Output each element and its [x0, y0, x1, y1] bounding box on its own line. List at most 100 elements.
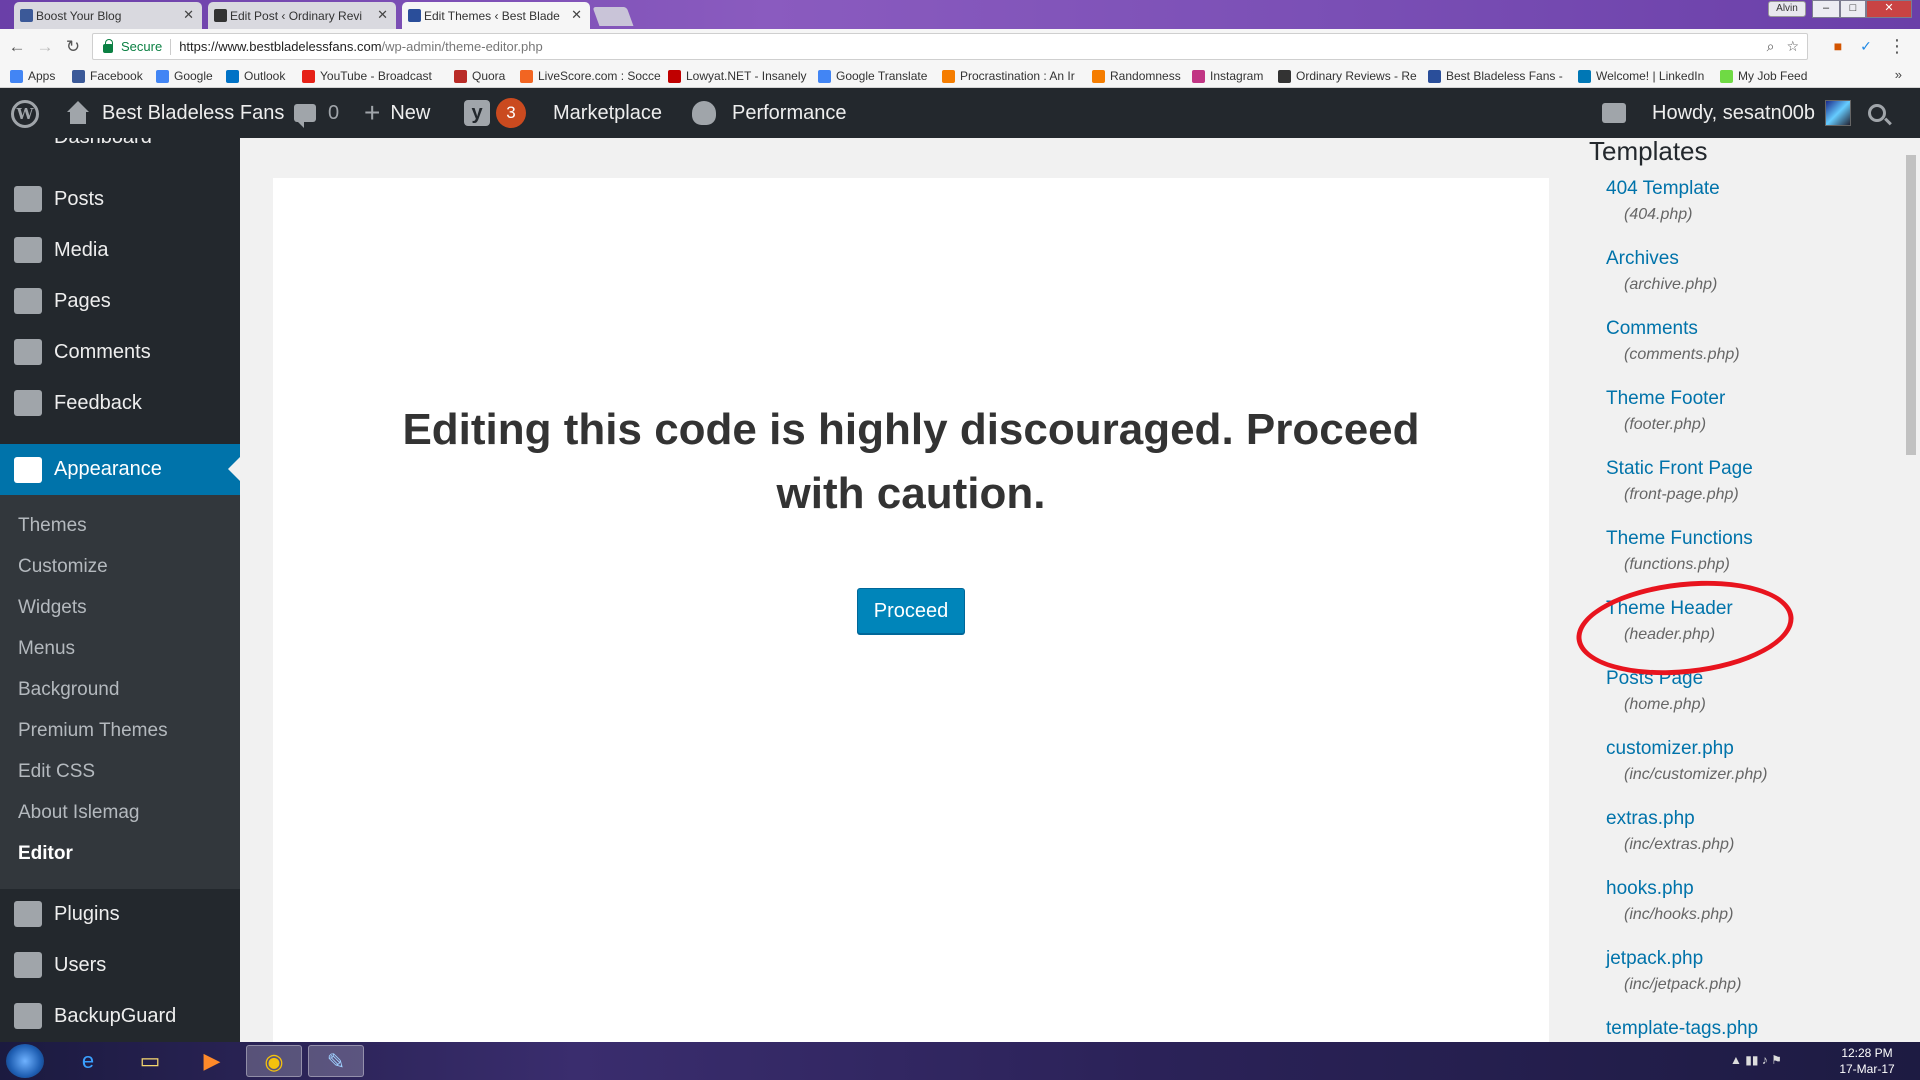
bookmark-youtube[interactable]: YouTube - Broadcast: [302, 69, 432, 83]
file-explorer-icon[interactable]: ▭: [122, 1045, 178, 1077]
bookmark-best-bladeless-fans[interactable]: Best Bladeless Fans -: [1428, 69, 1563, 83]
submenu-customize[interactable]: Customize: [18, 556, 108, 578]
bookmark-outlook[interactable]: Outlook: [226, 69, 285, 83]
browser-tab-2[interactable]: Edit Post ‹ Ordinary Revi ✕: [208, 2, 396, 29]
bookmark-apps[interactable]: Apps: [10, 69, 55, 83]
close-window-button[interactable]: ✕: [1866, 0, 1912, 18]
sidebar-item-backupguard[interactable]: BackupGuard: [0, 991, 240, 1041]
bookmark-google[interactable]: Google: [156, 69, 213, 83]
url-text: https://www.bestbladelessfans.com/wp-adm…: [179, 39, 542, 54]
reload-icon[interactable]: ↻: [62, 36, 84, 58]
bookmark-lowyat[interactable]: Lowyat.NET - Insanely: [668, 69, 807, 83]
comments-link[interactable]: 0: [294, 88, 339, 138]
new-tab-button[interactable]: [592, 7, 634, 26]
back-arrow-icon[interactable]: ←: [6, 36, 28, 58]
admin-search-button[interactable]: [1868, 88, 1886, 138]
template-link[interactable]: customizer.php: [1606, 738, 1767, 760]
submenu-menus[interactable]: Menus: [18, 638, 75, 660]
proceed-button[interactable]: Proceed: [857, 588, 965, 634]
close-tab-icon[interactable]: ✕: [571, 7, 582, 23]
template-link[interactable]: Comments: [1606, 318, 1740, 340]
sidebar-item-pages[interactable]: Pages: [0, 276, 240, 326]
bookmark-facebook[interactable]: Facebook: [72, 69, 143, 83]
close-tab-icon[interactable]: ✕: [377, 7, 388, 23]
template-filename: (functions.php): [1624, 556, 1730, 573]
bookmark-star-icon[interactable]: ☆: [1786, 38, 1799, 55]
template-link[interactable]: Theme Functions: [1606, 528, 1753, 550]
sidebar-item-appearance[interactable]: Appearance: [0, 444, 240, 495]
chrome-icon[interactable]: ◉: [246, 1045, 302, 1077]
forward-arrow-icon[interactable]: →: [34, 36, 56, 58]
bookmark-label: Quora: [472, 69, 506, 83]
bookmark-randomness[interactable]: Randomness: [1092, 69, 1181, 83]
lowyat-icon: [668, 69, 681, 83]
marketplace-link[interactable]: Marketplace: [553, 88, 662, 138]
paint-icon[interactable]: ✎: [308, 1045, 364, 1077]
start-button[interactable]: [6, 1044, 44, 1078]
template-link[interactable]: 404 Template: [1606, 178, 1720, 200]
yoast-seo-link[interactable]: y 3: [464, 88, 526, 138]
scrollbar-thumb[interactable]: [1906, 155, 1916, 455]
wordpress-logo-icon[interactable]: W: [11, 100, 39, 128]
submenu-premium-themes[interactable]: Premium Themes: [18, 720, 168, 742]
sidebar-item-feedback[interactable]: Feedback: [0, 378, 240, 428]
submenu-edit-css[interactable]: Edit CSS: [18, 761, 95, 783]
window-user-badge[interactable]: Alvin: [1768, 1, 1806, 17]
template-link[interactable]: jetpack.php: [1606, 948, 1741, 970]
bookmark-google-translate[interactable]: Google Translate: [818, 69, 927, 83]
maximize-button[interactable]: □: [1840, 0, 1866, 18]
template-item: extras.php (inc/extras.php): [1606, 808, 1734, 854]
extension-icon[interactable]: ■: [1830, 38, 1846, 54]
browser-tab-3-active[interactable]: Edit Themes ‹ Best Blade ✕: [402, 2, 590, 29]
sidebar-item-comments[interactable]: Comments: [0, 327, 240, 377]
search-icon: [1868, 104, 1886, 122]
site-name-link[interactable]: Best Bladeless Fans: [66, 88, 284, 138]
template-link[interactable]: hooks.php: [1606, 878, 1733, 900]
sidebar-item-media[interactable]: Media: [0, 225, 240, 275]
more-bookmarks-icon[interactable]: »: [1895, 67, 1902, 82]
clock-date: 17-Mar-17: [1839, 1062, 1895, 1076]
close-tab-icon[interactable]: ✕: [183, 7, 194, 23]
template-link[interactable]: Static Front Page: [1606, 458, 1753, 480]
internet-explorer-icon[interactable]: e: [60, 1045, 116, 1077]
taskbar-clock[interactable]: 12:28 PM 17-Mar-17: [1832, 1045, 1902, 1077]
template-link[interactable]: Archives: [1606, 248, 1717, 270]
sidebar-item-plugins[interactable]: Plugins: [0, 889, 240, 939]
bookmark-procrastination[interactable]: Procrastination : An Ir: [942, 69, 1075, 83]
template-link[interactable]: extras.php: [1606, 808, 1734, 830]
url-input[interactable]: Secure https://www.bestbladelessfans.com…: [92, 33, 1808, 60]
submenu-editor[interactable]: Editor: [18, 843, 73, 865]
sidebar-item-posts[interactable]: Posts: [0, 174, 240, 224]
zoom-icon[interactable]: ⌕: [1767, 38, 1775, 55]
pin-icon: [14, 186, 42, 212]
sidebar-item-dashboard-partial[interactable]: Dashboard: [54, 138, 152, 149]
submenu-themes[interactable]: Themes: [18, 515, 87, 537]
new-content-link[interactable]: + New: [364, 88, 430, 138]
bookmark-linkedin[interactable]: Welcome! | LinkedIn: [1578, 69, 1704, 83]
account-menu[interactable]: Howdy, sesatn00b: [1652, 88, 1852, 138]
minimize-button[interactable]: –: [1812, 0, 1840, 18]
submenu-widgets[interactable]: Widgets: [18, 597, 87, 619]
system-tray[interactable]: ▲ ▮▮ ♪ ⚑: [1730, 1053, 1782, 1067]
browser-tab-1[interactable]: Boost Your Blog ✕: [14, 2, 202, 29]
howdy-text: Howdy, sesatn00b: [1652, 101, 1816, 124]
template-link[interactable]: template-tags.php: [1606, 1018, 1758, 1040]
extension-feather-icon[interactable]: ✓: [1858, 38, 1874, 54]
submenu-background[interactable]: Background: [18, 679, 119, 701]
bookmark-livescore[interactable]: LiveScore.com : Socce: [520, 69, 661, 83]
screen-options-icon[interactable]: [1602, 88, 1640, 138]
bookmark-ordinary-reviews[interactable]: Ordinary Reviews - Re: [1278, 69, 1417, 83]
template-filename: (footer.php): [1624, 416, 1707, 433]
bookmark-my-job-feed[interactable]: My Job Feed: [1720, 69, 1807, 83]
bookmark-instagram[interactable]: Instagram: [1192, 69, 1263, 83]
chrome-menu-icon[interactable]: ⋮: [1888, 37, 1906, 55]
feedback-icon: [14, 390, 42, 416]
sidebar-item-users[interactable]: Users: [0, 940, 240, 990]
media-icon: [14, 237, 42, 263]
submenu-about-islemag[interactable]: About Islemag: [18, 802, 139, 824]
bookmark-label: Google: [174, 69, 213, 83]
media-player-icon[interactable]: ▶: [184, 1045, 240, 1077]
performance-link[interactable]: Performance: [692, 88, 847, 138]
bookmark-quora[interactable]: Quora: [454, 69, 505, 83]
template-link[interactable]: Theme Footer: [1606, 388, 1725, 410]
